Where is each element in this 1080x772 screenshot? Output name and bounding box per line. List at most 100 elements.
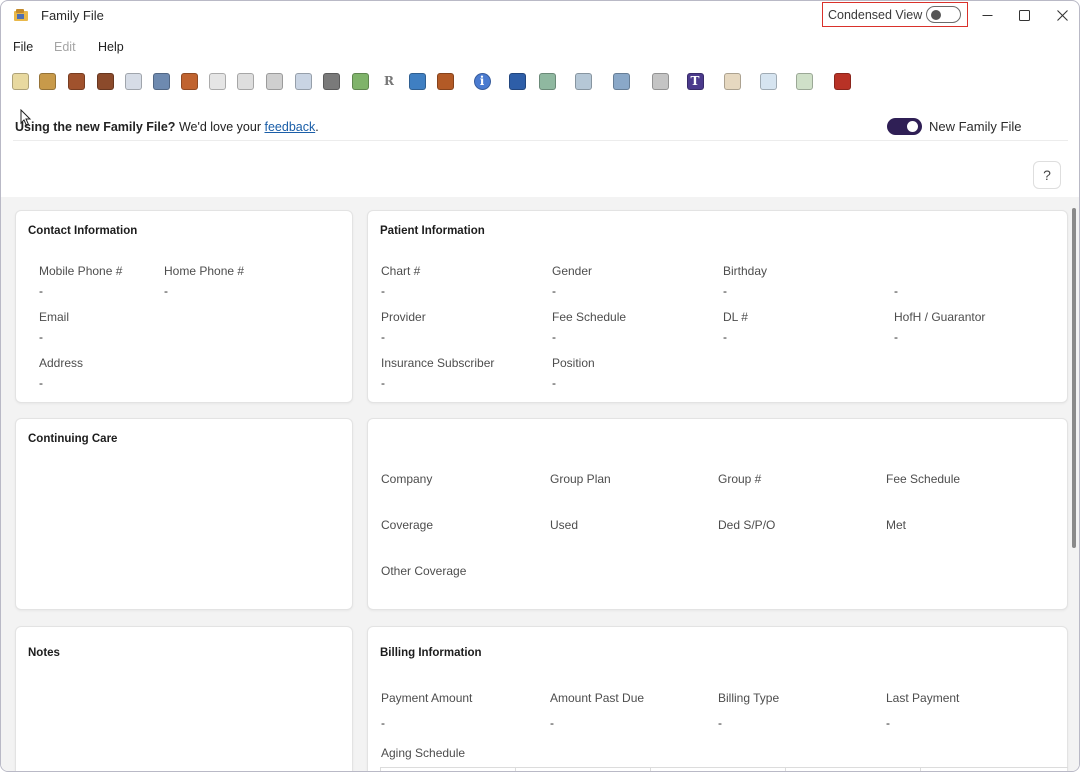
minimize-button[interactable]: [968, 1, 1006, 29]
close-button[interactable]: [1043, 1, 1079, 29]
family-members-button[interactable]: [535, 69, 559, 93]
provider-label: Provider: [381, 310, 426, 324]
rx-icon: R: [380, 72, 398, 90]
card-title: Billing Information: [380, 647, 482, 659]
patient-portal-icon: [508, 72, 526, 90]
teams-button[interactable]: T: [683, 69, 707, 93]
family-file-window: Family File Condensed View File Edit Hel…: [0, 0, 1080, 772]
close-icon: [1056, 9, 1068, 21]
address-label: Address: [39, 356, 84, 370]
maximize-button[interactable]: [1005, 1, 1043, 29]
email-icon: [294, 72, 312, 90]
form-icon: [351, 72, 369, 90]
book-button[interactable]: [64, 69, 88, 93]
id-card-button[interactable]: [121, 69, 145, 93]
payment-amount-value: -: [381, 716, 385, 730]
dl-number-value: -: [723, 330, 727, 344]
used-label: Used: [550, 518, 579, 532]
email-value: -: [39, 330, 43, 344]
scanner-button[interactable]: [648, 69, 672, 93]
condensed-view-label: Condensed View: [828, 8, 923, 22]
menu-file[interactable]: File: [13, 40, 33, 54]
progress-notes-icon: [38, 72, 56, 90]
menu-bar: File Edit Help: [1, 39, 1079, 59]
chart-number-value: -: [381, 284, 385, 298]
bandage-icon: [180, 72, 198, 90]
position-value: -: [552, 376, 556, 390]
gender-value: -: [552, 284, 556, 298]
last-payment-value: -: [886, 716, 890, 730]
company-label: Company: [381, 472, 433, 486]
help-button[interactable]: ?: [1033, 161, 1061, 189]
aging-cell: [380, 768, 381, 771]
chat-button[interactable]: [609, 69, 633, 93]
insurance-card: Company Group Plan Group # Fee Schedule …: [367, 418, 1068, 610]
hofh-guarantor-label: HofH / Guarantor: [894, 310, 986, 324]
card-icon: [236, 72, 254, 90]
package-button[interactable]: [405, 69, 429, 93]
document-list-icon: [322, 72, 340, 90]
referral-icon: [574, 72, 592, 90]
billing-information-card: Billing Information Payment Amount - Amo…: [367, 626, 1068, 771]
rx-button[interactable]: R: [377, 69, 401, 93]
menu-help[interactable]: Help: [98, 40, 124, 54]
billing-type-label: Billing Type: [718, 691, 780, 705]
tooth-chart-icon: [11, 72, 29, 90]
continuing-care-card: Continuing Care: [15, 418, 353, 610]
toggle-knob: [931, 10, 941, 20]
home-phone-value: -: [164, 284, 168, 298]
hygiene-icon: [795, 72, 813, 90]
notes-card: Notes: [15, 626, 353, 771]
billing-type-value: -: [718, 716, 722, 730]
card-title: Notes: [28, 647, 60, 659]
patient-icon: [759, 72, 777, 90]
menu-edit[interactable]: Edit: [54, 40, 76, 54]
minimize-icon: [982, 14, 992, 16]
progress-notes-button[interactable]: [35, 69, 59, 93]
globe-button[interactable]: [149, 69, 173, 93]
patient-information-card: Patient Information Chart # - Gender - B…: [367, 210, 1068, 403]
scanner-icon: [651, 72, 669, 90]
library-button[interactable]: [830, 69, 854, 93]
document-list-button[interactable]: [319, 69, 343, 93]
new-family-file-label: New Family File: [929, 119, 1022, 134]
id-card-icon: [124, 72, 142, 90]
group-plan-label: Group Plan: [550, 472, 611, 486]
birthday-value: -: [723, 284, 727, 298]
aging-cell: [920, 768, 921, 771]
new-family-file-toggle[interactable]: [887, 118, 922, 135]
referral-button[interactable]: [571, 69, 595, 93]
patient-button[interactable]: [756, 69, 780, 93]
amount-past-due-label: Amount Past Due: [550, 691, 645, 705]
feedback-question: Using the new Family File?: [15, 120, 176, 134]
patient-portal-button[interactable]: [505, 69, 529, 93]
other-coverage-label: Other Coverage: [381, 564, 467, 578]
maximize-icon: [1018, 9, 1030, 21]
info-button[interactable]: i: [470, 69, 494, 93]
vertical-scrollbar[interactable]: [1072, 208, 1076, 548]
chart-number-label: Chart #: [381, 264, 421, 278]
last-payment-label: Last Payment: [886, 691, 960, 705]
feedback-link[interactable]: feedback: [264, 120, 315, 134]
dl-number-label: DL #: [723, 310, 748, 324]
hygiene-button[interactable]: [792, 69, 816, 93]
email-button[interactable]: [291, 69, 315, 93]
tooth-chart-button[interactable]: [8, 69, 32, 93]
book-icon: [67, 72, 85, 90]
aging-cell: [515, 768, 516, 771]
condensed-view-toggle[interactable]: [926, 6, 961, 23]
feedback-suffix: .: [315, 120, 319, 134]
bandage-button[interactable]: [177, 69, 201, 93]
window-title: Family File: [41, 8, 104, 23]
door-button[interactable]: [433, 69, 457, 93]
card-title: Contact Information: [28, 225, 138, 237]
blank-form-button[interactable]: [720, 69, 744, 93]
appointment-button[interactable]: [93, 69, 117, 93]
chat-icon: [612, 72, 630, 90]
title-bar: Family File Condensed View: [1, 1, 1079, 31]
card-button[interactable]: [233, 69, 257, 93]
print-preview-button[interactable]: [262, 69, 286, 93]
form-button[interactable]: [348, 69, 372, 93]
eraser-button[interactable]: [205, 69, 229, 93]
toolbar: Ri T: [8, 69, 868, 95]
